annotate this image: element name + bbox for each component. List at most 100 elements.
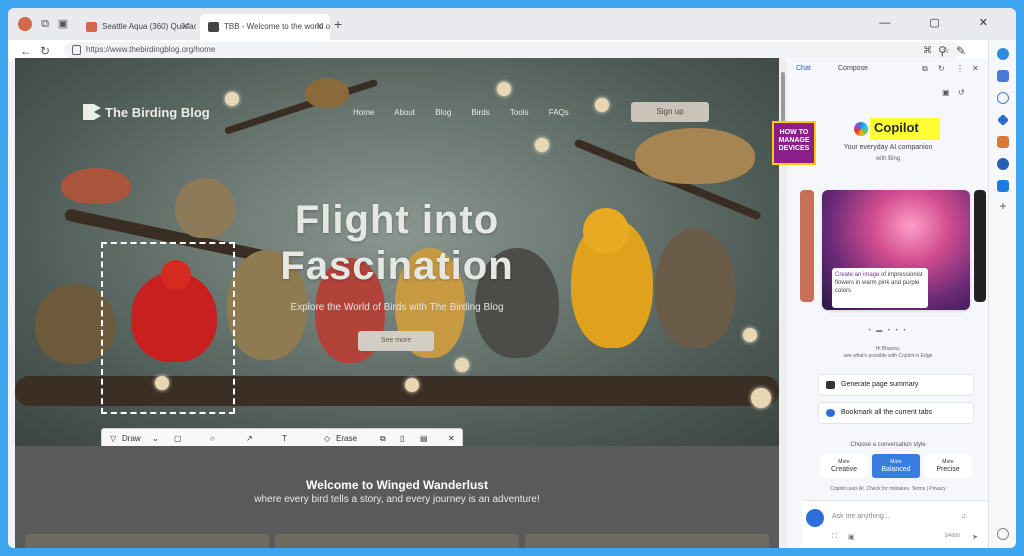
add-icon[interactable]: + <box>997 200 1009 212</box>
text-icon[interactable]: T <box>282 434 287 443</box>
hero-see-more-button[interactable]: See more <box>358 331 434 351</box>
close-icon[interactable]: ✕ <box>181 21 189 32</box>
carousel-next-card[interactable] <box>974 190 986 302</box>
new-tab-button[interactable]: + <box>334 16 342 32</box>
tab-chat[interactable]: Chat <box>796 65 811 72</box>
chevron-down-icon[interactable]: ⌄ <box>152 434 159 443</box>
window-controls[interactable]: — ▢ ✕ <box>879 16 1006 29</box>
draw-button[interactable]: Draw <box>122 434 141 443</box>
suggestion-label: Generate page summary <box>841 381 919 388</box>
search-icon[interactable] <box>997 92 1009 104</box>
extensions-icon[interactable]: ✎ <box>956 44 966 58</box>
close-icon[interactable]: ✕ <box>972 64 979 73</box>
workspaces-icon[interactable]: ⧉ <box>38 17 52 31</box>
suggestion-bookmark-tabs[interactable]: Bookmark all the current tabs <box>818 402 974 424</box>
nav-link-birds[interactable]: Birds <box>472 108 490 117</box>
rectangle-icon[interactable]: ▢ <box>174 434 182 443</box>
expand-icon[interactable]: ▣ <box>942 88 950 97</box>
nav-link-tools[interactable]: Tools <box>510 108 529 117</box>
welcome-tagline: where every bird tells a story, and ever… <box>254 494 540 505</box>
blossom <box>405 378 419 392</box>
copilot-icon[interactable] <box>997 48 1009 60</box>
carousel-dots[interactable]: • ▬ • • • <box>788 328 988 334</box>
carousel-prev-card[interactable] <box>800 190 814 302</box>
blog-card[interactable] <box>525 534 769 548</box>
chat-input-area[interactable]: Ask me anything... ♫ ⛶ ▣ 0/4000 ➤ <box>802 500 988 548</box>
draw-icon[interactable]: ▽ <box>110 434 116 443</box>
close-icon[interactable]: ✕ <box>448 434 455 443</box>
history-icon[interactable]: ↺ <box>958 88 965 97</box>
tab-inactive[interactable]: Seattle Aqua (360) Quikfacet ✕ <box>78 14 196 40</box>
blossom <box>497 82 511 96</box>
scrollbar-thumb[interactable] <box>781 72 785 122</box>
outlook-icon[interactable] <box>997 180 1009 192</box>
style-precise-button[interactable]: More Precise <box>924 454 972 478</box>
tag-icon[interactable] <box>997 114 1009 126</box>
with-bing-label: with Bing <box>875 156 901 162</box>
save-icon[interactable]: ▯ <box>400 434 404 443</box>
screenshot-icon[interactable]: ⛶ <box>832 533 837 541</box>
image-icon[interactable]: ▣ <box>848 533 855 541</box>
signup-button[interactable]: Sign up <box>631 102 709 122</box>
card-prompt[interactable]: Create an image of impressionist flowers… <box>832 268 928 308</box>
blossom <box>455 358 469 372</box>
microphone-icon[interactable]: ♫ <box>961 513 966 520</box>
logo-line: MANAGE <box>778 137 810 144</box>
suggestion-generate-summary[interactable]: Generate page summary <box>818 374 974 396</box>
nav-link-faqs[interactable]: FAQs <box>549 108 569 117</box>
blossom <box>595 98 609 112</box>
branch-top <box>223 78 379 135</box>
address-bar[interactable]: https://www.thebirdingblog.org/home ⌘ ☆ <box>64 42 960 59</box>
style-label: Balanced <box>881 466 911 473</box>
style-balanced-button[interactable]: More Balanced <box>872 454 920 478</box>
tab-strip: ⧉ ▣ Seattle Aqua (360) Quikfacet ✕ TBB -… <box>8 8 1016 40</box>
read-aloud-icon[interactable]: ⌘ <box>923 45 932 56</box>
conversation-style-title: Choose a conversation style <box>850 442 926 448</box>
refresh-button[interactable]: ↻ <box>40 44 50 58</box>
collections-sidebar-icon[interactable] <box>997 70 1009 82</box>
profile-avatar[interactable] <box>18 17 32 31</box>
tools-icon[interactable] <box>997 136 1009 148</box>
brand-logo-icon <box>83 104 101 120</box>
hero-title-line1: Flight into <box>294 198 500 242</box>
erase-button[interactable]: Erase <box>336 434 357 443</box>
style-label: Precise <box>936 466 960 473</box>
open-in-new-icon[interactable]: ⧉ <box>922 64 928 74</box>
new-topic-icon[interactable] <box>806 509 824 527</box>
logo-line: DEVICES <box>778 145 810 152</box>
style-small-label: More <box>942 459 954 465</box>
close-icon[interactable]: ✕ <box>315 21 323 32</box>
tab-favicon <box>86 22 97 32</box>
circle-icon[interactable]: ○ <box>210 434 215 443</box>
blossom <box>743 328 757 342</box>
nav-link-home[interactable]: Home <box>353 108 374 117</box>
send-icon[interactable]: ➤ <box>972 533 978 541</box>
blog-card[interactable] <box>275 534 519 548</box>
settings-icon[interactable] <box>997 528 1009 540</box>
style-creative-button[interactable]: More Creative <box>820 454 868 478</box>
tab-active[interactable]: TBB - Welcome to the world o ✕ <box>200 14 330 40</box>
web-page: The Birding Blog Home About Blog Birds T… <box>15 58 779 548</box>
eraser-icon[interactable]: ◇ <box>324 434 330 443</box>
chat-input[interactable]: Ask me anything... <box>832 513 890 520</box>
tab-compose[interactable]: Compose <box>838 65 868 72</box>
refresh-icon[interactable]: ↻ <box>938 64 945 73</box>
nav-link-about[interactable]: About <box>394 108 415 117</box>
share-icon[interactable]: ▤ <box>420 434 428 443</box>
more-icon[interactable]: ⋮ <box>956 64 964 73</box>
arrow-icon[interactable]: ↗ <box>246 434 253 443</box>
nav-link-blog[interactable]: Blog <box>435 108 451 117</box>
games-icon[interactable] <box>997 158 1009 170</box>
site-brand[interactable]: The Birding Blog <box>83 104 210 120</box>
style-label: Creative <box>830 466 858 473</box>
tab-actions-icon[interactable]: ▣ <box>56 17 70 31</box>
copy-icon[interactable]: ⧉ <box>380 434 386 444</box>
copilot-subtitle: Your everyday AI companion <box>843 144 933 151</box>
blog-card[interactable] <box>25 534 269 548</box>
collections-icon[interactable]: ⚲ <box>938 44 947 58</box>
copilot-sidebar: Chat Compose ⧉ ↻ ⋮ ✕ ↺ ▣ Copilot Your ev… <box>788 58 988 548</box>
back-button[interactable]: ← <box>20 44 32 58</box>
suggestion-label: Bookmark all the current tabs <box>841 409 933 416</box>
capture-selection-area[interactable] <box>101 242 235 414</box>
greeting-line: see what's possible with Copilot in Edge <box>843 353 933 359</box>
